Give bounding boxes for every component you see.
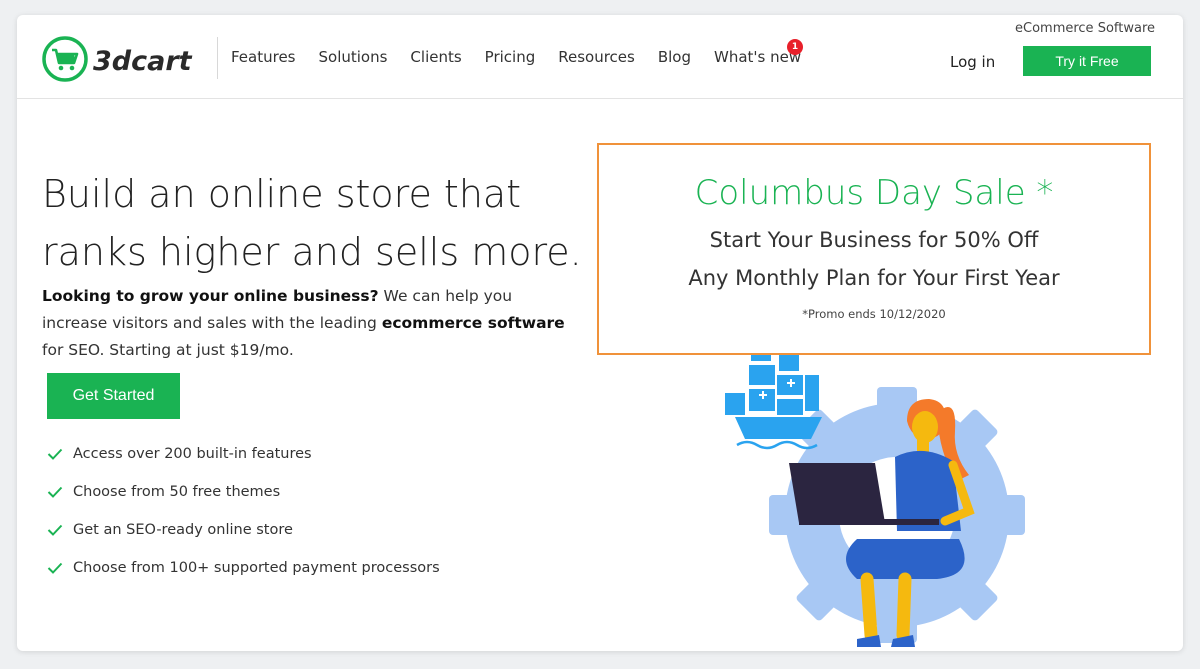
tagline: eCommerce Software [1015,21,1155,36]
site-header: 3dcart Features Solutions Clients Pricin… [17,15,1183,99]
login-link[interactable]: Log in [950,53,995,71]
whats-new-badge: 1 [787,39,803,55]
hero-description: Looking to grow your online business? We… [42,283,582,364]
check-icon [47,524,65,536]
feature-label: Choose from 100+ supported payment proce… [73,560,440,576]
feature-item: Choose from 50 free themes [47,473,440,511]
hero-title-line: Build an online store that [42,172,522,216]
nav-clients[interactable]: Clients [410,48,461,66]
desc-bold: Looking to grow your online business? [42,287,379,305]
feature-item: Access over 200 built-in features [47,435,440,473]
hero-title: Build an online store that ranks higher … [42,165,602,281]
promo-line: Start Your Business for 50% Off [709,228,1039,252]
promo-title: Columbus Day Sale * [694,173,1054,213]
ship-icon [725,345,822,450]
promo-note: *Promo ends 10/12/2020 [802,307,946,321]
nav-resources[interactable]: Resources [558,48,635,66]
logo[interactable]: 3dcart [41,35,207,85]
check-icon [47,448,65,460]
logo-divider [217,37,218,79]
page-frame: 3dcart Features Solutions Clients Pricin… [17,15,1183,651]
get-started-button[interactable]: Get Started [47,373,180,419]
cart-icon [42,36,88,82]
nav-blog[interactable]: Blog [658,48,691,66]
feature-label: Get an SEO-ready online store [73,522,293,538]
desc-text: for SEO. Starting at just $19/mo. [42,341,294,359]
logo-text: 3dcart [93,46,193,77]
desc-bold: ecommerce software [381,314,565,332]
promo-box: Columbus Day Sale * Start Your Business … [597,143,1151,355]
main-nav: Features Solutions Clients Pricing Resou… [231,48,824,66]
hero-title-line: ranks higher and sells more. [42,230,582,274]
feature-list: Access over 200 built-in features Choose… [47,435,440,587]
feature-label: Access over 200 built-in features [73,446,312,462]
try-free-button[interactable]: Try it Free [1023,46,1151,76]
feature-label: Choose from 50 free themes [73,484,281,500]
nav-features[interactable]: Features [231,48,296,66]
feature-item: Get an SEO-ready online store [47,511,440,549]
check-icon [47,562,65,574]
feature-item: Choose from 100+ supported payment proce… [47,549,440,587]
hero-illustration [725,345,1025,647]
promo-line: Any Monthly Plan for Your First Year [688,266,1060,290]
nav-pricing[interactable]: Pricing [485,48,536,66]
check-icon [47,486,65,498]
nav-solutions[interactable]: Solutions [319,48,388,66]
